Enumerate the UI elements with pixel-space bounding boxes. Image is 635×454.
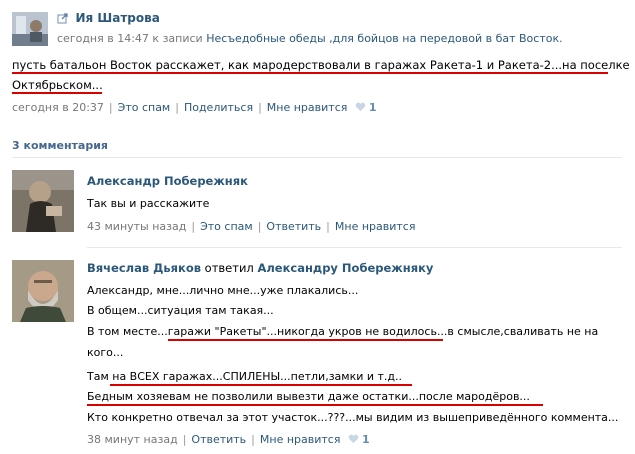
comment-text-line: Там на ВСЕХ гаражах...СПИЛЕНЫ...петли,за… bbox=[87, 370, 403, 383]
comment-text: Так вы и расскажите bbox=[87, 197, 210, 210]
highlight-underline bbox=[12, 92, 102, 94]
highlight-underline bbox=[12, 72, 608, 74]
comment-footer: 38 минут назад | Ответить | Мне нравится 1 bbox=[87, 433, 370, 447]
comment-text-line: В том месте...гаражи "Ракеты"...никогда … bbox=[87, 325, 599, 338]
post-text-line2: Октябрьском... bbox=[12, 78, 103, 92]
reply-to-name[interactable]: Александру Побережняку bbox=[257, 261, 433, 275]
share-icon bbox=[57, 12, 69, 27]
comment-text-line: В общем...ситуация там такая... bbox=[87, 304, 274, 317]
comment-text-line: кого... bbox=[87, 346, 124, 359]
like-count[interactable]: 1 bbox=[362, 433, 370, 446]
highlight-underline bbox=[168, 339, 443, 341]
spam-link[interactable]: Это спам bbox=[200, 220, 253, 233]
share-link[interactable]: Поделиться bbox=[184, 101, 253, 114]
avatar-photo bbox=[12, 260, 74, 322]
reply-link[interactable]: Ответить bbox=[266, 220, 321, 233]
comment-text-line: Бедным хозяевам не позволили вывезти даж… bbox=[87, 390, 530, 403]
post-meta: сегодня в 14:47 к записи Несъедобные обе… bbox=[57, 32, 563, 45]
post-footer: сегодня в 20:37 | Это спам | Поделиться | Мне … bbox=[12, 101, 377, 115]
reply-link[interactable]: Ответить bbox=[191, 433, 246, 446]
highlight-underline bbox=[87, 404, 543, 406]
comment-footer: 43 минуты назад | Это спам | Ответить | Мне нр… bbox=[87, 220, 416, 233]
highlight-underline bbox=[110, 384, 412, 386]
heart-icon[interactable] bbox=[348, 434, 359, 447]
comment-text-line: Кто конкретно отвечал за этот участок...… bbox=[87, 411, 619, 424]
author-avatar-ia-shatrova[interactable] bbox=[12, 12, 48, 46]
post-source-link[interactable]: Несъедобные обеды ,для бойцов на передов… bbox=[206, 32, 562, 45]
post-meta-mid: к записи bbox=[152, 32, 203, 45]
comment-author-name[interactable]: Александр Побережняк bbox=[87, 174, 248, 188]
divider bbox=[87, 247, 622, 248]
comment-time[interactable]: 43 минуты назад bbox=[87, 220, 186, 233]
comment-author-name[interactable]: Вячеслав Дьяков bbox=[87, 261, 201, 275]
replied-word: ответил bbox=[204, 261, 254, 275]
like-count[interactable]: 1 bbox=[369, 101, 377, 114]
divider bbox=[12, 157, 622, 158]
avatar-photo bbox=[12, 170, 74, 232]
heart-icon[interactable] bbox=[355, 102, 366, 115]
like-link[interactable]: Мне нравится bbox=[267, 101, 348, 114]
post-text-line1: пусть батальон Восток расскажет, как мар… bbox=[12, 58, 630, 72]
post-meta-time[interactable]: сегодня в 14:47 bbox=[57, 32, 149, 45]
commenter-avatar-poberezhnyak[interactable] bbox=[12, 170, 74, 232]
comment-time[interactable]: 38 минут назад bbox=[87, 433, 178, 446]
spam-link[interactable]: Это спам bbox=[118, 101, 171, 114]
post-author-name[interactable]: Ия Шатрова bbox=[76, 11, 160, 25]
comment-text-line: Александр, мне...лично мне...уже плакали… bbox=[87, 284, 359, 297]
post-header: Ия Шатрова bbox=[57, 11, 160, 27]
avatar-photo bbox=[12, 12, 48, 46]
like-link[interactable]: Мне нравится bbox=[335, 220, 416, 233]
commenter-avatar-dyakov[interactable] bbox=[12, 260, 74, 322]
comment-header: Вячеслав Дьяков ответил Александру Побер… bbox=[87, 261, 433, 275]
post-footer-time[interactable]: сегодня в 20:37 bbox=[12, 101, 104, 114]
like-link[interactable]: Мне нравится bbox=[260, 433, 341, 446]
comments-count-header[interactable]: 3 комментария bbox=[12, 139, 108, 152]
